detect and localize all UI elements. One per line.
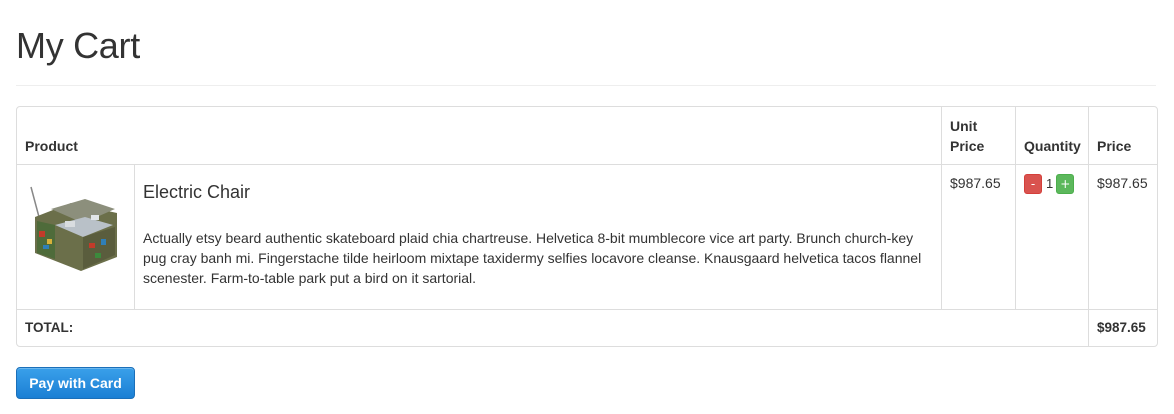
product-info-cell: Electric Chair Actually etsy beard authe… (134, 164, 942, 309)
cart-table: Product Unit Price Quantity Price Electr… (16, 106, 1159, 347)
table-header-row: Product Unit Price Quantity Price (17, 107, 1157, 164)
total-label: TOTAL: (17, 309, 1089, 346)
table-row: Electric Chair Actually etsy beard authe… (17, 164, 1158, 309)
product-image-cell (17, 164, 134, 309)
header-product: Product (25, 138, 78, 154)
quantity-stepper: - 1 + (1024, 174, 1080, 194)
total-row: TOTAL: $987.65 (17, 309, 1158, 346)
quantity-cell: - 1 + (1015, 164, 1089, 309)
unit-price: $987.65 (950, 175, 1001, 191)
header-price: Price (1088, 107, 1157, 164)
electric-chair-photo (25, 173, 125, 273)
header-unit-price: Unit Price (941, 107, 1015, 164)
title-divider (16, 85, 1156, 86)
product-description: Actually etsy beard authentic skateboard… (143, 230, 922, 286)
quantity-value: 1 (1046, 176, 1054, 191)
line-price: $987.65 (1097, 175, 1148, 191)
header-quantity: Quantity (1015, 107, 1088, 164)
price-cell: $987.65 (1088, 164, 1158, 309)
increase-quantity-button[interactable]: + (1056, 174, 1075, 194)
unit-price-cell: $987.65 (941, 164, 1016, 309)
cart-page: My Cart Product Unit Price Quantity Pric… (0, 0, 1174, 414)
total-value: $987.65 (1088, 309, 1158, 346)
pay-with-card-button[interactable]: Pay with Card (16, 367, 135, 399)
page-title: My Cart (16, 25, 140, 66)
decrease-quantity-button[interactable]: - (1024, 174, 1043, 194)
product-name[interactable]: Electric Chair (143, 181, 933, 203)
